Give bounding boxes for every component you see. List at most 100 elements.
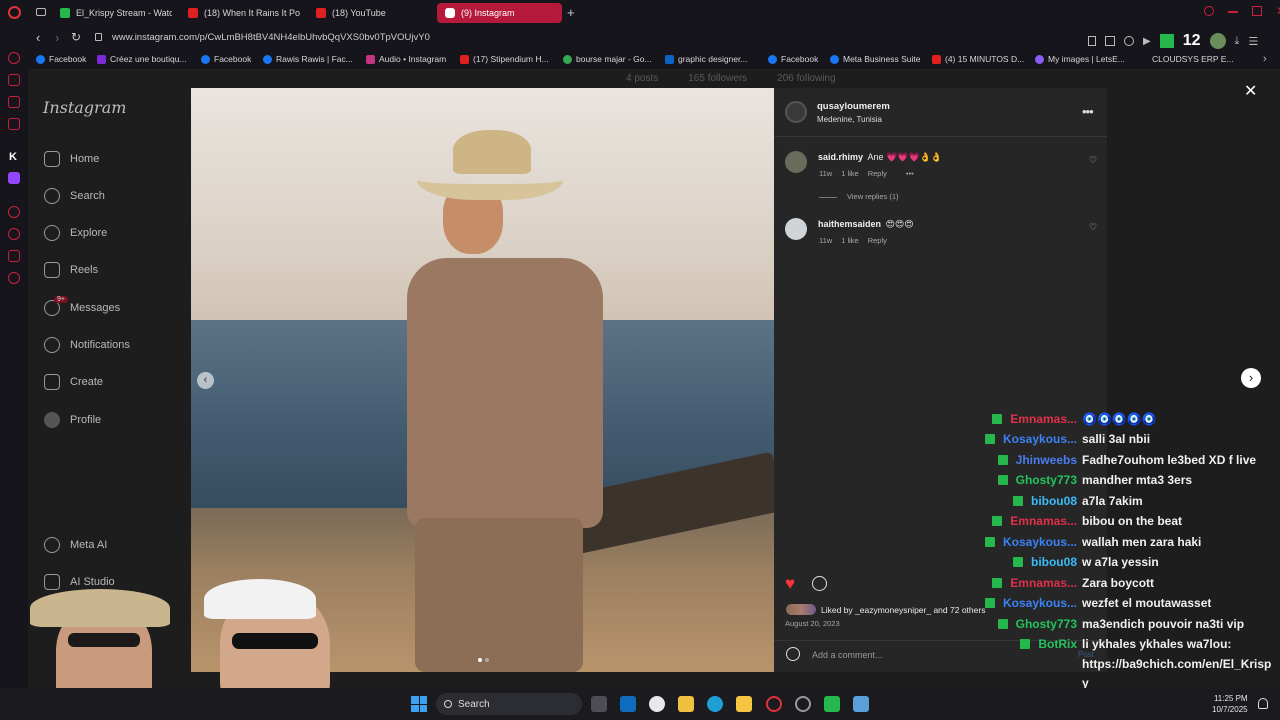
play-icon[interactable]: ▶ — [1143, 36, 1151, 47]
chat-username[interactable]: Emnamas... — [1010, 514, 1077, 528]
opera-icon[interactable] — [795, 696, 811, 712]
shield-icon[interactable] — [1124, 36, 1134, 46]
chat-user[interactable]: Emnamas... — [992, 576, 1077, 590]
nav-search[interactable]: Search — [44, 188, 105, 204]
bookmark-item[interactable]: My images | LetsE... — [1035, 54, 1125, 64]
chat-username[interactable]: BotRix — [1038, 637, 1077, 651]
chat-username[interactable]: Jhinweebs — [1016, 453, 1077, 467]
nav-create[interactable]: Create — [44, 374, 103, 390]
store-icon[interactable] — [678, 696, 694, 712]
chat-user[interactable]: Kosaykous... — [984, 535, 1077, 549]
comment-username[interactable]: haithemsaiden — [818, 219, 881, 229]
bookmark-item[interactable]: Meta Business Suite — [830, 54, 920, 64]
minimize-icon[interactable] — [1228, 11, 1238, 13]
menu-icon[interactable]: ☰ — [1248, 35, 1258, 48]
view-replies-button[interactable]: View replies (1) — [847, 192, 899, 201]
next-post-button[interactable]: › — [1241, 368, 1261, 388]
bookmark-item[interactable]: Facebook — [768, 54, 818, 64]
chat-username[interactable]: Kosaykous... — [1003, 432, 1077, 446]
photos-icon[interactable] — [853, 696, 869, 712]
new-tab-button[interactable]: + — [567, 5, 575, 20]
taskbar-clock[interactable]: 11:25 PM 10/7/2025 — [1212, 693, 1248, 715]
bookmark-item[interactable]: Facebook — [36, 54, 86, 64]
comment-avatar[interactable] — [785, 151, 807, 173]
comment-avatar[interactable] — [785, 218, 807, 240]
clock-icon[interactable] — [8, 228, 20, 240]
task-view-icon[interactable] — [591, 696, 607, 712]
chat-user[interactable]: bibou08 — [1012, 555, 1077, 569]
kick-taskbar-icon[interactable] — [824, 696, 840, 712]
forward-icon[interactable]: › — [55, 30, 59, 45]
download-icon[interactable]: ⤓ — [1235, 35, 1240, 48]
chat-username[interactable]: Kosaykous... — [1003, 596, 1077, 610]
chrome-icon[interactable] — [649, 696, 665, 712]
tab-instagram[interactable]: (9) Instagram — [437, 3, 562, 23]
nav-explore[interactable]: Explore — [44, 225, 107, 241]
chat-user[interactable]: Emnamas... — [992, 514, 1077, 528]
taskbar-search-box[interactable]: Search — [436, 693, 582, 715]
opera-gx-icon[interactable] — [766, 696, 782, 712]
nav-reels[interactable]: Reels — [44, 262, 98, 278]
tab-youtube-2[interactable]: (18) YouTube — [308, 3, 428, 23]
tab-kick[interactable]: El_Krispy Stream - Watch — [52, 3, 172, 23]
tab-youtube-1[interactable]: (18) When It Rains It Pou — [180, 3, 300, 23]
bookmark-item[interactable]: Créez une boutiqu... — [97, 54, 187, 64]
bookmark-item[interactable]: Facebook — [201, 54, 251, 64]
liked-by-text[interactable]: Liked by _eazymoneysniper_ and 72 others — [821, 605, 985, 615]
comment-likes[interactable]: 1 like — [841, 236, 859, 245]
bookmark-item[interactable]: bourse majar - Go... — [563, 54, 652, 64]
comment-button-icon[interactable] — [812, 576, 827, 591]
settings-icon[interactable] — [8, 272, 20, 284]
chat-username[interactable]: Kosaykous... — [1003, 535, 1077, 549]
kick-sidebar-icon[interactable]: K — [9, 151, 17, 163]
reply-button[interactable]: Reply — [868, 169, 887, 178]
emoji-icon[interactable] — [786, 647, 800, 661]
chat-user[interactable]: Jhinweebs — [997, 453, 1077, 467]
chat-user[interactable]: Ghosty773 — [997, 617, 1077, 631]
author-avatar[interactable] — [785, 101, 807, 123]
bookmark-item[interactable]: (17) Stipendium H... — [460, 54, 549, 64]
instagram-logo[interactable]: Instagram — [43, 98, 126, 117]
author-username[interactable]: qusayloumerem — [817, 101, 890, 112]
nav-meta-ai[interactable]: Meta AI — [44, 537, 107, 553]
extensions-icon[interactable] — [8, 250, 20, 262]
file-explorer-icon[interactable] — [736, 696, 752, 712]
nav-home[interactable]: Home — [44, 151, 99, 167]
bookmarks-overflow-icon[interactable]: › — [1263, 53, 1267, 65]
chat-username[interactable]: bibou08 — [1031, 494, 1077, 508]
bookmark-item[interactable]: Rawis Rawis | Fac... — [263, 54, 353, 64]
windows-start-icon[interactable] — [411, 696, 427, 712]
aria-icon[interactable] — [8, 52, 20, 64]
notification-bell-icon[interactable] — [1258, 698, 1268, 709]
nav-notifications[interactable]: Notifications — [44, 337, 130, 353]
bookmark-icon[interactable] — [1088, 36, 1096, 46]
chat-username[interactable]: Ghosty773 — [1016, 617, 1077, 631]
comment-like-icon[interactable]: ♡ — [1089, 155, 1097, 166]
add-comment-input[interactable]: Add a comment... — [812, 650, 883, 660]
back-icon[interactable]: ‹ — [36, 30, 40, 45]
reload-icon[interactable]: ↻ — [71, 30, 81, 44]
kick-extension-icon[interactable] — [1159, 34, 1174, 48]
instagram-sidebar-icon[interactable] — [8, 118, 20, 130]
history-icon[interactable] — [8, 206, 20, 218]
more-options-icon[interactable]: ••• — [1082, 104, 1094, 119]
prev-image-button[interactable]: ‹ — [197, 372, 214, 389]
bookmark-item[interactable]: CLOUDSYS ERP E... — [1152, 54, 1234, 64]
outlook-icon[interactable] — [620, 696, 636, 712]
comment-like-icon[interactable]: ♡ — [1089, 222, 1097, 233]
bookmark-item[interactable]: Audio • Instagram — [366, 54, 446, 64]
comment-more-icon[interactable]: ••• — [906, 169, 914, 178]
comment-likes[interactable]: 1 like — [841, 169, 859, 178]
chat-username[interactable]: bibou08 — [1031, 555, 1077, 569]
avatar-icon[interactable] — [1209, 33, 1226, 49]
like-button-heart-icon[interactable]: ♥ — [785, 574, 795, 594]
twitch-icon[interactable] — [8, 172, 20, 184]
chat-username[interactable]: Emnamas... — [1010, 412, 1077, 426]
chat-user[interactable]: Emnamas... — [992, 412, 1077, 426]
bookmark-item[interactable]: graphic designer... — [665, 54, 747, 64]
close-modal-icon[interactable]: ✕ — [1244, 81, 1257, 101]
comment-username[interactable]: said.rhimy — [818, 152, 863, 162]
chat-username[interactable]: Ghosty773 — [1016, 473, 1077, 487]
close-icon[interactable]: ✕ — [1276, 5, 1280, 17]
url-input[interactable]: www.instagram.com/p/CwLmBH8tBV4NH4elbUhv… — [112, 32, 430, 43]
